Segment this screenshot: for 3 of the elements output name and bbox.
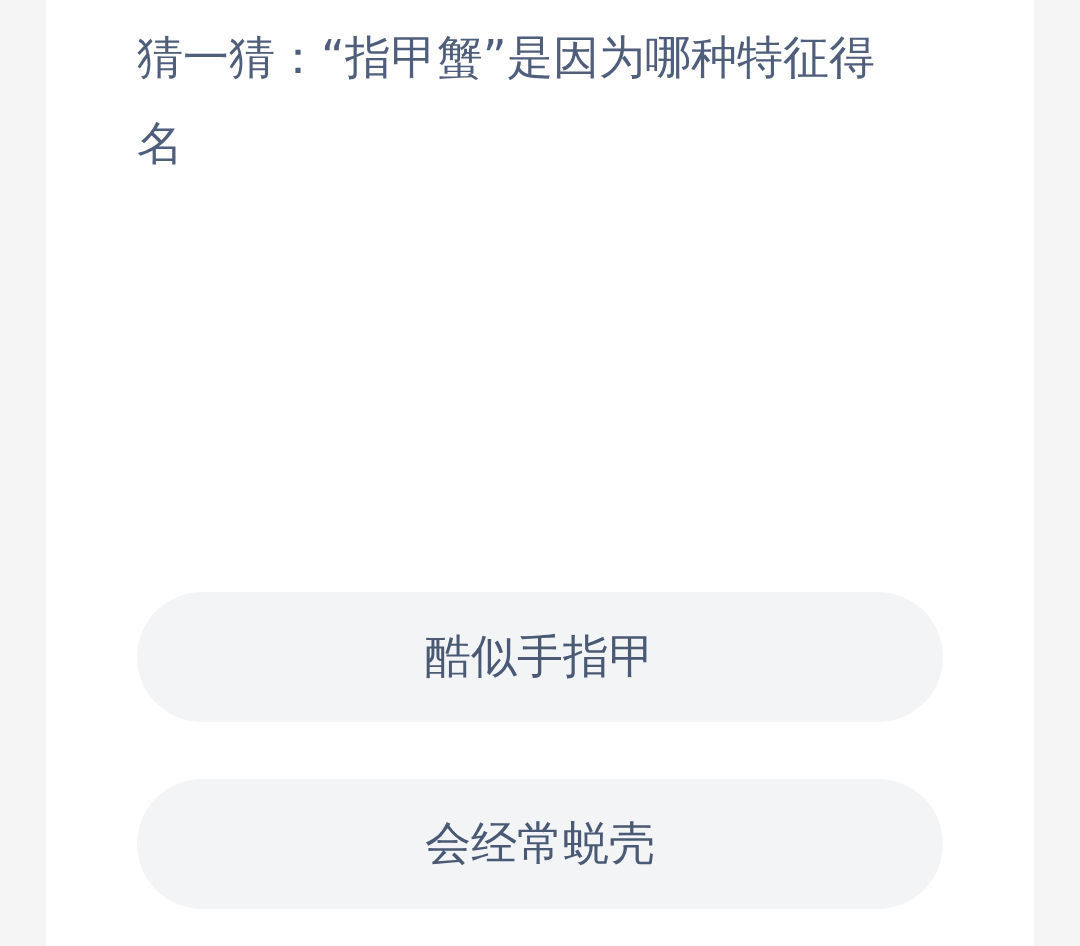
- question-text: 猜一猜：“指甲蟹”是因为哪种特征得名: [137, 29, 876, 172]
- answer-option-button[interactable]: 酷似手指甲: [137, 592, 943, 722]
- answer-option-button[interactable]: 会经常蜕壳: [137, 779, 943, 909]
